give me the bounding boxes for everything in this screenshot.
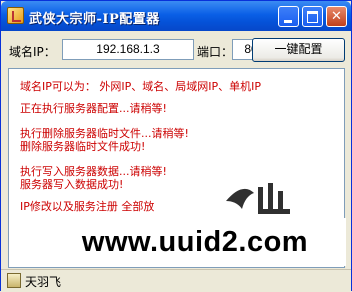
log-line: 正在执行服务器配置...请稍等! xyxy=(20,102,167,115)
watermark-banner: www.uuid2.com xyxy=(44,218,346,266)
app-icon[interactable] xyxy=(7,7,24,24)
log-line: 域名IP可以为： 外网IP、域名、局域网IP、单机IP xyxy=(20,80,262,93)
log-line: IP修改以及服务注册 全部放 xyxy=(20,200,155,213)
close-button[interactable]: ✕ xyxy=(326,6,347,27)
domain-ip-label: 域名IP： xyxy=(9,45,56,59)
minimize-button[interactable] xyxy=(278,6,299,27)
domain-ip-input[interactable]: 192.168.1.3 xyxy=(62,39,194,60)
window-title: 武侠大宗师-IP配置器 xyxy=(29,12,160,27)
one-click-config-button[interactable]: 一键配置 xyxy=(252,38,345,62)
app-window: 武侠大宗师-IP配置器 ✕ 域名IP： 192.168.1.3 端口： 80 一… xyxy=(0,0,352,292)
log-line: 服务器写入数据成功! xyxy=(20,178,124,191)
watermark-text: www.uuid2.com xyxy=(81,226,309,258)
title-bar[interactable]: 武侠大宗师-IP配置器 ✕ xyxy=(1,1,351,31)
log-line: 删除服务器临时文件成功! xyxy=(20,140,146,153)
status-bar: 天羽飞 xyxy=(1,269,351,292)
maximize-button[interactable] xyxy=(302,6,323,27)
port-label: 端口： xyxy=(197,45,234,59)
document-icon xyxy=(7,273,21,288)
swallow-logo-icon xyxy=(226,183,290,214)
status-text: 天羽飞 xyxy=(25,275,62,289)
